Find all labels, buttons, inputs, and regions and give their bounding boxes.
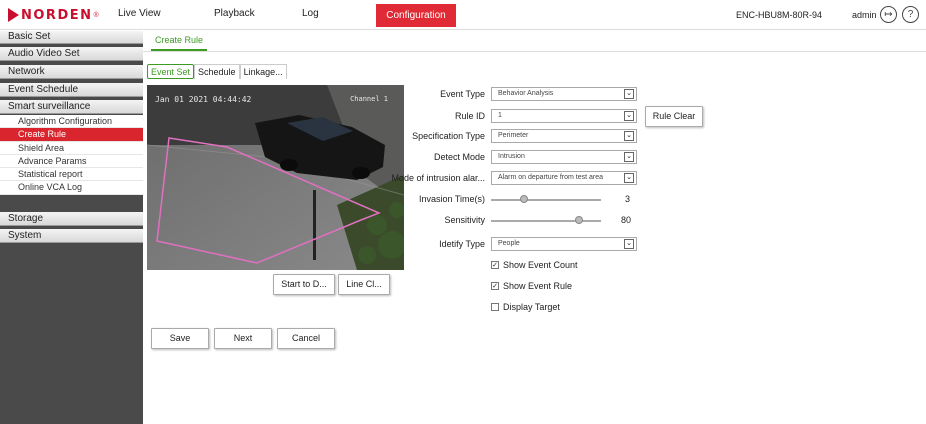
label-specification-type: Specification Type <box>412 131 485 141</box>
sub-tabs: Event Set Schedule Linkage... <box>147 64 287 79</box>
identify-type-select[interactable]: People ⌄ <box>491 237 637 251</box>
rule-id-value: 1 <box>498 112 502 119</box>
sidebar-subitem-online-vca-log[interactable]: Online VCA Log <box>0 181 143 195</box>
checkbox-box[interactable]: ✓ <box>491 282 499 290</box>
brand-name: NORDEN <box>21 7 93 23</box>
sidebar-subitem-statistical-report[interactable]: Statistical report <box>0 168 143 181</box>
subtab-schedule[interactable]: Schedule <box>194 64 240 79</box>
cancel-button[interactable]: Cancel <box>277 328 335 349</box>
nav-playback[interactable]: Playback <box>214 8 255 19</box>
sidebar-item-event-schedule[interactable]: Event Schedule <box>0 83 143 97</box>
chevron-down-icon: ⌄ <box>624 239 634 249</box>
main-panel: Create Rule Event Set Schedule Linkage..… <box>143 31 926 424</box>
pole-shape <box>313 190 316 260</box>
tab-create-rule[interactable]: Create Rule <box>151 31 208 51</box>
line-clear-button[interactable]: Line Cl... <box>338 274 390 295</box>
subtab-event-set[interactable]: Event Set <box>147 64 195 79</box>
display-target-checkbox[interactable]: Display Target <box>491 302 560 312</box>
specification-type-select[interactable]: Perimeter ⌄ <box>491 129 637 143</box>
sidebar-item-storage[interactable]: Storage <box>0 212 143 226</box>
chevron-down-icon: ⌄ <box>624 173 634 183</box>
chevron-down-icon: ⌄ <box>624 111 634 121</box>
specification-type-value: Perimeter <box>498 132 529 139</box>
next-button[interactable]: Next <box>214 328 272 349</box>
nav-live-view[interactable]: Live View <box>118 8 161 19</box>
sensitivity-value: 80 <box>621 215 632 225</box>
brand-reg: ® <box>93 11 99 19</box>
help-icon[interactable]: ? <box>902 6 919 23</box>
detect-mode-select[interactable]: Intrusion ⌄ <box>491 150 637 164</box>
invasion-time-slider[interactable] <box>491 199 601 201</box>
chevron-down-icon: ⌄ <box>624 152 634 162</box>
subtab-linkage[interactable]: Linkage... <box>239 64 287 79</box>
sidebar-item-basic-set[interactable]: Basic Set <box>0 31 143 44</box>
nav-log[interactable]: Log <box>302 8 319 19</box>
show-event-count-label: Show Event Count <box>503 260 578 270</box>
event-type-value: Behavior Analysis <box>498 90 554 97</box>
rule-clear-button[interactable]: Rule Clear <box>645 106 703 127</box>
label-sensitivity: Sensitivity <box>444 215 485 225</box>
show-event-rule-checkbox[interactable]: ✓ Show Event Rule <box>491 281 572 291</box>
sensitivity-slider-thumb[interactable] <box>575 216 583 224</box>
rule-id-select[interactable]: 1 ⌄ <box>491 109 637 123</box>
sensitivity-slider[interactable] <box>491 220 601 222</box>
checkbox-box[interactable] <box>491 303 499 311</box>
video-timestamp: Jan 01 2021 04:44:42 <box>155 95 252 104</box>
sidebar-item-smart-surveillance[interactable]: Smart surveillance <box>0 100 143 114</box>
label-rule-id: Rule ID <box>454 111 485 121</box>
nav-configuration[interactable]: Configuration <box>376 4 456 27</box>
brand-logo: NORDEN ® <box>8 7 99 23</box>
sidebar-item-network[interactable]: Network <box>0 65 143 79</box>
sidebar-subitem-advance-params[interactable]: Advance Params <box>0 155 143 168</box>
label-event-type: Event Type <box>440 89 485 99</box>
camera-scene <box>147 85 404 270</box>
chevron-down-icon: ⌄ <box>624 89 634 99</box>
label-invasion-time: Invasion Time(s) <box>418 194 485 204</box>
chevron-down-icon: ⌄ <box>624 131 634 141</box>
top-bar: NORDEN ® Live View Playback Log Configur… <box>0 0 926 30</box>
sidebar-subitem-create-rule[interactable]: Create Rule <box>0 128 143 142</box>
invasion-time-slider-thumb[interactable] <box>520 195 528 203</box>
intrusion-alarm-mode-value: Alarm on departure from test area <box>498 174 604 181</box>
label-detect-mode: Detect Mode <box>433 152 485 162</box>
user-name: admin <box>852 10 877 20</box>
intrusion-alarm-mode-select[interactable]: Alarm on departure from test area ⌄ <box>491 171 637 185</box>
invasion-time-value: 3 <box>625 194 631 204</box>
logout-icon[interactable]: ↦ <box>880 6 897 23</box>
device-name: ENC-HBU8M-80R-94 <box>736 10 823 20</box>
sidebar-item-audio-video-set[interactable]: Audio Video Set <box>0 47 143 61</box>
label-identify-type: Idetify Type <box>439 239 485 249</box>
event-type-select[interactable]: Behavior Analysis ⌄ <box>491 87 637 101</box>
start-to-draw-button[interactable]: Start to D... <box>273 274 335 295</box>
sidebar-subitem-shield-area[interactable]: Shield Area <box>0 142 143 155</box>
show-event-rule-label: Show Event Rule <box>503 281 573 291</box>
sidebar-subitem-algorithm-configuration[interactable]: Algorithm Configuration <box>0 115 143 128</box>
checkbox-box[interactable]: ✓ <box>491 261 499 269</box>
label-intrusion-alarm-mode: Mode of intrusion alar... <box>391 173 485 183</box>
sidebar: Basic Set Audio Video Set Network Event … <box>0 31 143 424</box>
save-button[interactable]: Save <box>151 328 209 349</box>
video-preview[interactable]: Jan 01 2021 04:44:42 Channel 1 <box>147 85 404 270</box>
logo-arrow-icon <box>8 8 19 22</box>
sidebar-item-system[interactable]: System <box>0 229 143 243</box>
identify-type-value: People <box>498 240 520 247</box>
detect-mode-value: Intrusion <box>498 153 525 160</box>
tab-divider <box>143 51 926 52</box>
show-event-count-checkbox[interactable]: ✓ Show Event Count <box>491 260 578 270</box>
display-target-label: Display Target <box>503 302 560 312</box>
